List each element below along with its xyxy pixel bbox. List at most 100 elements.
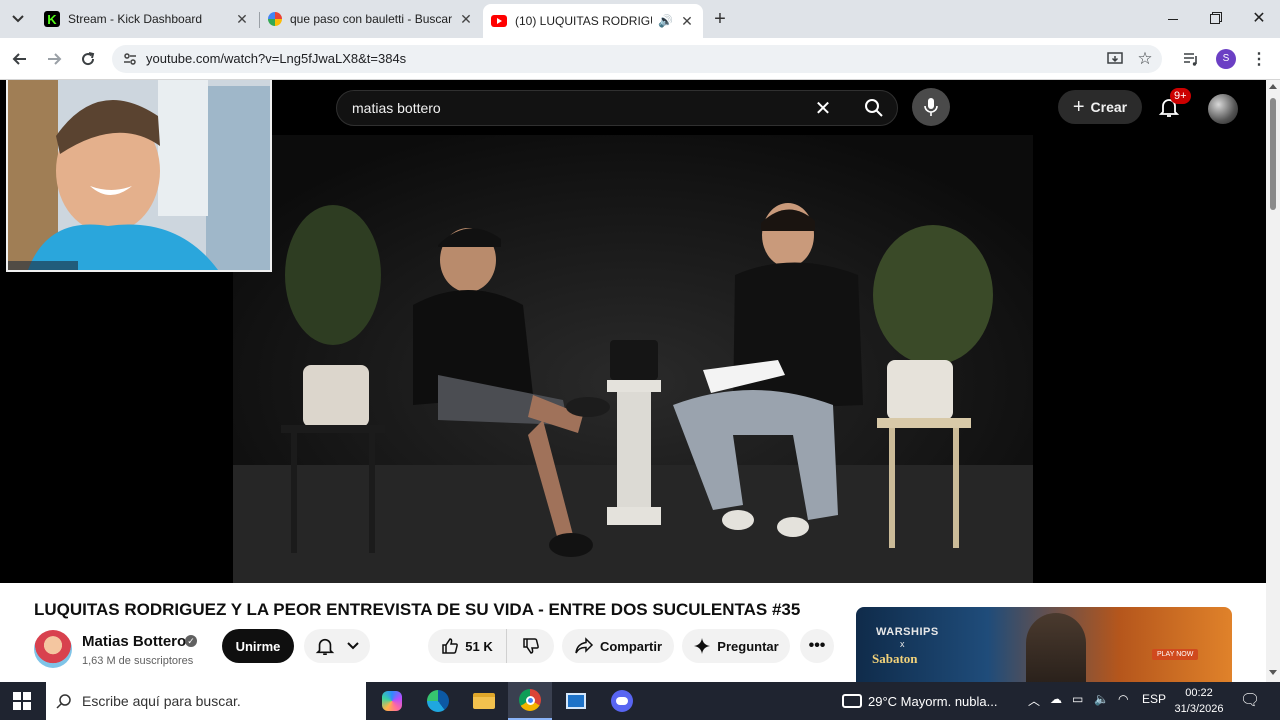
tab-close-icon[interactable]: ✕ xyxy=(679,13,695,30)
media-control-button[interactable] xyxy=(1180,48,1202,70)
tab-title: que paso con bauletti - Buscar xyxy=(290,12,453,26)
notification-bell-button[interactable] xyxy=(304,629,370,663)
tab-close-icon[interactable]: ✕ xyxy=(234,11,250,28)
ad-sub: x xyxy=(900,639,905,649)
reload-button[interactable] xyxy=(77,48,99,70)
scrollbar-thumb[interactable] xyxy=(1270,98,1276,210)
join-button[interactable]: Unirme xyxy=(222,629,294,663)
volume-icon[interactable]: 🔈 xyxy=(1094,692,1109,706)
taskbar-search-placeholder: Escribe aquí para buscar. xyxy=(82,693,241,709)
new-tab-button[interactable]: + xyxy=(709,8,731,30)
share-button[interactable]: Compartir xyxy=(562,629,674,663)
language-indicator[interactable]: ESP xyxy=(1142,692,1166,706)
subscriber-count: 1,63 M de suscriptores xyxy=(82,655,194,667)
scroll-down-arrow-icon[interactable] xyxy=(1269,670,1277,675)
taskbar-copilot[interactable] xyxy=(370,682,414,720)
taskbar-discord[interactable] xyxy=(600,682,644,720)
window-app-icon xyxy=(566,693,586,709)
like-button[interactable]: 51 K xyxy=(428,629,506,663)
minimize-button[interactable] xyxy=(1160,6,1186,32)
battery-icon[interactable]: ▭ xyxy=(1072,692,1083,706)
address-bar[interactable]: youtube.com/watch?v=Lng5fJwaLX8&t=384s xyxy=(112,45,1162,73)
tray-overflow-icon[interactable]: ︿ xyxy=(1028,692,1040,709)
create-button[interactable]: + Crear xyxy=(1058,90,1142,124)
taskbar-app-window[interactable] xyxy=(554,682,598,720)
site-info-icon[interactable] xyxy=(122,51,138,67)
wifi-icon[interactable]: ◠ xyxy=(1118,692,1128,706)
dislike-button[interactable] xyxy=(506,629,554,663)
restore-button[interactable] xyxy=(1202,6,1228,32)
reload-icon xyxy=(82,52,95,66)
join-label: Unirme xyxy=(235,638,281,654)
more-actions-button[interactable]: ••• xyxy=(800,629,834,663)
taskbar-file-explorer[interactable] xyxy=(462,682,506,720)
tab-kick[interactable]: K Stream - Kick Dashboard ✕ xyxy=(36,4,258,34)
ad-banner[interactable]: WARSHIPS x Sabaton PLAY NOW xyxy=(856,607,1232,682)
tab-search-dropdown-button[interactable] xyxy=(6,7,30,31)
discord-icon xyxy=(611,690,633,712)
forward-button[interactable] xyxy=(43,48,65,70)
tab-youtube-active[interactable]: (10) LUQUITAS RODRIGUEZ 🔊 ✕ xyxy=(483,4,703,38)
chrome-icon xyxy=(519,689,541,711)
weather-icon xyxy=(842,694,862,708)
bell-icon xyxy=(315,638,335,655)
taskbar-clock[interactable]: 00:22 31/3/2026 xyxy=(1170,685,1228,717)
notification-center-icon[interactable]: 🗨 xyxy=(1240,690,1260,710)
search-icon xyxy=(56,694,71,709)
ask-button[interactable]: Preguntar xyxy=(682,629,790,663)
url-text: youtube.com/watch?v=Lng5fJwaLX8&t=384s xyxy=(146,51,407,66)
install-app-button[interactable] xyxy=(1104,48,1126,70)
back-button[interactable] xyxy=(9,48,31,70)
profile-avatar[interactable]: S xyxy=(1216,49,1236,69)
tab-title: (10) LUQUITAS RODRIGUEZ xyxy=(515,14,652,28)
close-window-button[interactable]: ✕ xyxy=(1246,6,1272,32)
scroll-up-arrow-icon[interactable] xyxy=(1269,84,1277,89)
clear-search-button[interactable]: ✕ xyxy=(811,97,835,121)
clock-time: 00:22 xyxy=(1185,687,1213,699)
close-icon: ✕ xyxy=(1252,10,1266,27)
channel-name[interactable]: Matias Bottero xyxy=(82,633,186,650)
taskbar-edge[interactable] xyxy=(416,682,460,720)
youtube-search-box[interactable]: matias bottero ✕ xyxy=(336,90,898,126)
youtube-page: matias bottero ✕ + Crear 9+ LUQUITAS ROD… xyxy=(0,80,1266,682)
more-vertical-icon: ⋮ xyxy=(1251,51,1267,68)
restore-icon xyxy=(1210,14,1220,24)
taskbar-search-box[interactable]: Escribe aquí para buscar. xyxy=(46,682,366,720)
search-input[interactable]: matias bottero xyxy=(352,100,441,116)
media-queue-icon xyxy=(1184,53,1197,66)
start-button[interactable] xyxy=(0,682,44,720)
ad-cta[interactable]: PLAY NOW xyxy=(1152,649,1199,660)
video-player[interactable] xyxy=(233,135,1033,583)
install-icon xyxy=(1107,52,1123,64)
voice-search-button[interactable] xyxy=(912,88,950,126)
windows-logo-icon xyxy=(13,692,31,710)
create-label: Crear xyxy=(1090,99,1128,115)
thumbs-up-icon xyxy=(442,638,459,654)
video-title: LUQUITAS RODRIGUEZ Y LA PEOR ENTREVISTA … xyxy=(34,600,801,619)
tab-title: Stream - Kick Dashboard xyxy=(68,12,203,26)
weather-text: 29°C Mayorm. nubla... xyxy=(868,693,998,709)
search-button[interactable] xyxy=(849,91,899,125)
tab-close-icon[interactable]: ✕ xyxy=(458,11,474,28)
ad-brand: Sabaton xyxy=(872,651,918,666)
taskbar-chrome[interactable] xyxy=(508,682,552,720)
audio-playing-icon[interactable]: 🔊 xyxy=(658,14,673,28)
arrow-left-icon xyxy=(12,53,26,65)
onedrive-icon[interactable]: ☁ xyxy=(1050,692,1062,706)
like-count: 51 K xyxy=(465,638,493,654)
account-avatar[interactable] xyxy=(1208,94,1238,124)
page-scrollbar[interactable] xyxy=(1266,80,1280,682)
thumbs-down-icon xyxy=(522,638,539,654)
ask-label: Preguntar xyxy=(717,638,779,654)
search-icon xyxy=(865,99,883,117)
bookmark-star-button[interactable]: ☆ xyxy=(1134,48,1156,70)
browser-toolbar: youtube.com/watch?v=Lng5fJwaLX8&t=384s ☆… xyxy=(0,38,1280,80)
channel-avatar[interactable] xyxy=(34,630,72,668)
streamer-webcam-image xyxy=(8,80,270,270)
folder-icon xyxy=(473,693,495,709)
ad-soldier-art xyxy=(1026,613,1086,682)
chrome-menu-button[interactable]: ⋮ xyxy=(1248,48,1270,70)
weather-widget[interactable]: 29°C Mayorm. nubla... xyxy=(842,682,997,720)
tab-google-search[interactable]: que paso con bauletti - Buscar ✕ xyxy=(260,4,482,34)
youtube-icon xyxy=(491,15,507,27)
